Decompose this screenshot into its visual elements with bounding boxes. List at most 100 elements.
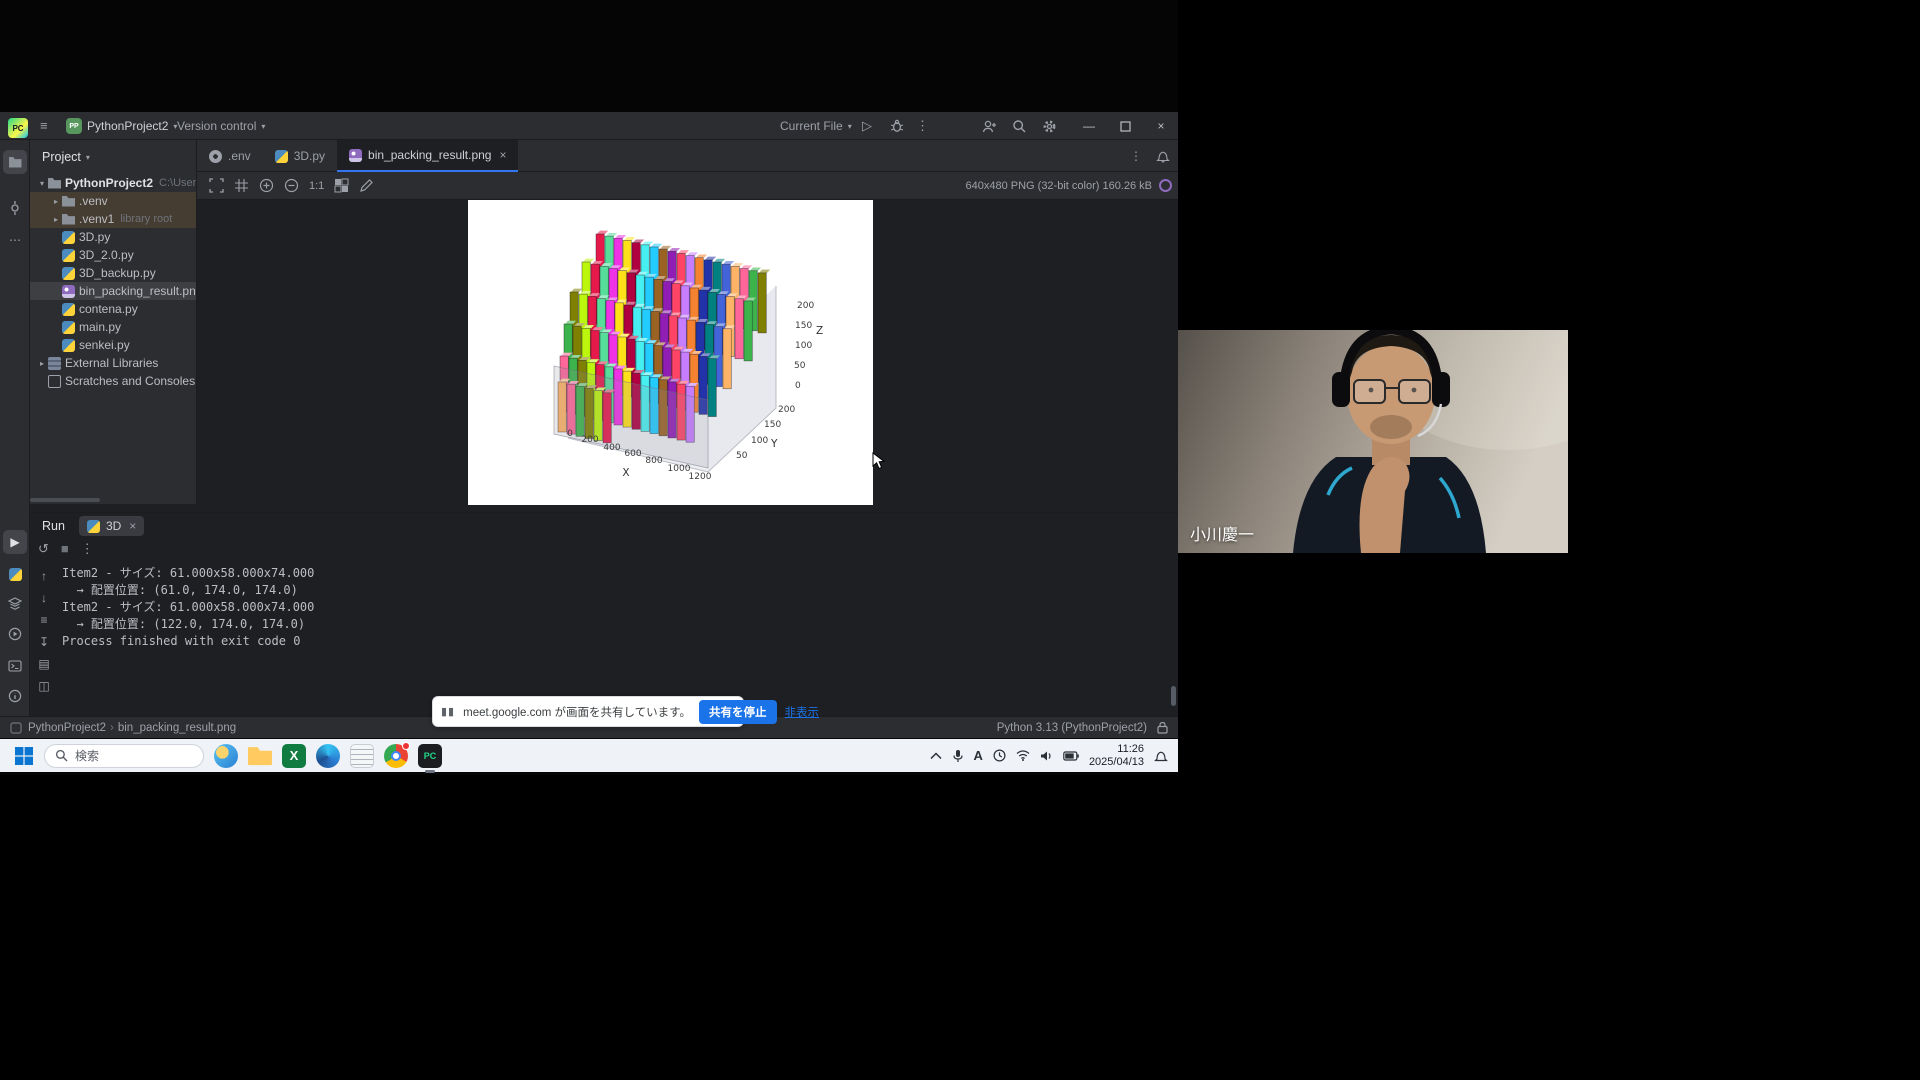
ai-assistant-icon[interactable]	[1159, 179, 1172, 192]
more-actions-button[interactable]: ⋮	[916, 112, 929, 140]
image-canvas[interactable]: 0200400600800100012005010015020005010015…	[197, 200, 1178, 512]
project-widget[interactable]: PP PythonProject2 ▾	[66, 112, 177, 140]
lock-icon[interactable]	[1157, 721, 1168, 734]
speaker-icon[interactable]	[1040, 750, 1053, 762]
hide-bar-link[interactable]: 非表示	[785, 704, 820, 720]
run-more-button[interactable]: ⋮	[81, 541, 94, 557]
grid-icon[interactable]	[234, 178, 249, 193]
tab-bin_packing_result.png[interactable]: bin_packing_result.png×	[337, 140, 518, 172]
code-with-me-button[interactable]	[982, 112, 997, 140]
breadcrumb-project[interactable]: PythonProject2	[28, 722, 106, 734]
tree-item-3D.py[interactable]: 3D.py	[30, 228, 196, 246]
ime-mode-indicator[interactable]: A	[974, 748, 983, 763]
search-everywhere-button[interactable]	[1012, 112, 1027, 140]
problems-toolwindow-button[interactable]	[3, 684, 27, 708]
participant-name-label: 小川慶一	[1190, 521, 1254, 545]
tree-item-3D_2.0.py[interactable]: 3D_2.0.py	[30, 246, 196, 264]
zoom-out-icon[interactable]	[284, 178, 299, 193]
clear-console-icon[interactable]: ◫	[38, 679, 49, 693]
run-toolwindow-button[interactable]: ▶	[3, 530, 27, 554]
tree-item-main.py[interactable]: main.py	[30, 318, 196, 336]
tree-item-PythonProject2[interactable]: ▾PythonProject2C:\Users\onet	[30, 174, 196, 192]
tree-item-Scratches and Consoles[interactable]: Scratches and Consoles	[30, 372, 196, 390]
notifications-bell-icon[interactable]	[1156, 149, 1170, 163]
taskbar-search-input[interactable]: 検索	[44, 744, 204, 768]
tab-close-icon[interactable]: ×	[499, 148, 506, 162]
webcam-video-tile[interactable]: 小川慶一	[1178, 330, 1568, 553]
tree-item-senkei.py[interactable]: senkei.py	[30, 336, 196, 354]
search-placeholder: 検索	[75, 747, 99, 764]
interpreter-widget[interactable]: Python 3.13 (PythonProject2)	[997, 722, 1147, 734]
meet-share-message: meet.google.com が画面を共有しています。	[463, 704, 691, 720]
start-button[interactable]	[14, 746, 34, 766]
tab-options-button[interactable]: ⋮	[1130, 149, 1142, 163]
maximize-button[interactable]	[1108, 112, 1142, 140]
services-toolwindow-button[interactable]	[3, 592, 27, 616]
tree-item-.venv[interactable]: ▸.venv	[30, 192, 196, 210]
battery-icon[interactable]	[1063, 751, 1079, 761]
python-console-button[interactable]	[3, 562, 27, 586]
rerun-button[interactable]: ↺	[38, 541, 49, 557]
excel-icon[interactable]: X	[282, 744, 306, 768]
scroll-down-icon[interactable]: ↓	[41, 591, 47, 605]
taskbar-clock[interactable]: 11:26 2025/04/13	[1089, 743, 1144, 769]
zoom-in-icon[interactable]	[259, 178, 274, 193]
run-panel-title: Run	[42, 519, 65, 533]
tree-item-3D_backup.py[interactable]: 3D_backup.py	[30, 264, 196, 282]
pycharm-logo[interactable]: PC	[8, 112, 28, 140]
meet-share-bar: ▮▮ meet.google.com が画面を共有しています。 共有を停止 非表…	[432, 696, 744, 727]
kebab-icon: ⋮	[916, 112, 929, 140]
tree-item-External Libraries[interactable]: ▸External Libraries	[30, 354, 196, 372]
vcs-widget[interactable]: Version control ▾	[177, 112, 265, 140]
microphone-icon[interactable]	[952, 749, 964, 763]
tree-item-.venv1[interactable]: ▸.venv1library root	[30, 210, 196, 228]
close-icon[interactable]: ×	[129, 519, 136, 533]
filter-icon[interactable]: ≡	[40, 613, 47, 627]
breadcrumb-file[interactable]: bin_packing_result.png	[118, 722, 236, 734]
tab-3D.py[interactable]: 3D.py	[263, 140, 337, 172]
tab-.env[interactable]: .env	[197, 140, 263, 172]
stop-button[interactable]: ■	[61, 541, 69, 557]
console-output[interactable]: Item2 - サイズ: 61.000x58.000x74.000 → 配置位置…	[62, 565, 1168, 712]
zoom-level-label[interactable]: 1:1	[309, 180, 324, 192]
project-panel-hscrollbar[interactable]	[30, 498, 100, 502]
scroll-up-icon[interactable]: ↑	[41, 569, 47, 583]
commit-toolwindow-button[interactable]	[3, 196, 27, 220]
minimize-button[interactable]: —	[1072, 112, 1106, 140]
tray-chevron-up-icon[interactable]	[930, 752, 942, 760]
clock-icon[interactable]	[993, 749, 1006, 762]
checkerboard-icon[interactable]	[334, 178, 349, 193]
edit-pencil-icon[interactable]	[359, 178, 374, 193]
browser-app-icon[interactable]	[384, 744, 408, 768]
run-config-selector[interactable]: Current File ▾	[780, 112, 852, 140]
debug-button[interactable]	[890, 112, 904, 140]
tree-item-label: Scratches and Consoles	[65, 374, 195, 388]
tree-item-contena.py[interactable]: contena.py	[30, 300, 196, 318]
svg-text:400: 400	[603, 443, 620, 453]
settings-button[interactable]	[1042, 112, 1057, 140]
run-process-tab[interactable]: 3D ×	[79, 516, 144, 536]
structure-toolwindow-button[interactable]: ⋯	[3, 228, 27, 252]
tree-item-bin_packing_result.png[interactable]: bin_packing_result.png	[30, 282, 196, 300]
console-scrollbar[interactable]	[1171, 686, 1176, 706]
python-packages-button[interactable]	[3, 622, 27, 646]
notes-app-icon[interactable]	[350, 744, 374, 768]
notification-center-bell-icon[interactable]	[1154, 749, 1168, 763]
file-explorer-icon[interactable]	[248, 744, 272, 768]
main-menu-button[interactable]: ≡	[40, 112, 48, 140]
soft-wrap-icon[interactable]: ↧	[39, 635, 49, 649]
terminal-toolwindow-button[interactable]	[3, 654, 27, 678]
project-toolwindow-button[interactable]	[3, 150, 27, 174]
run-button[interactable]: ▷	[862, 112, 872, 140]
edge-browser-icon[interactable]	[316, 744, 340, 768]
image-info-label: 640x480 PNG (32-bit color) 160.26 kB	[966, 180, 1153, 192]
print-icon[interactable]: ▤	[38, 657, 49, 671]
stop-sharing-button[interactable]: 共有を停止	[699, 700, 777, 724]
wifi-icon[interactable]	[1016, 750, 1030, 761]
windows-taskbar: 検索 X PC A	[0, 739, 1178, 772]
close-button[interactable]: ×	[1144, 112, 1178, 140]
project-panel-header[interactable]: Project ▾	[30, 140, 196, 174]
fit-zoom-icon[interactable]	[209, 178, 224, 193]
widgets-app-icon[interactable]	[214, 744, 238, 768]
pycharm-taskbar-icon[interactable]: PC	[418, 744, 442, 768]
